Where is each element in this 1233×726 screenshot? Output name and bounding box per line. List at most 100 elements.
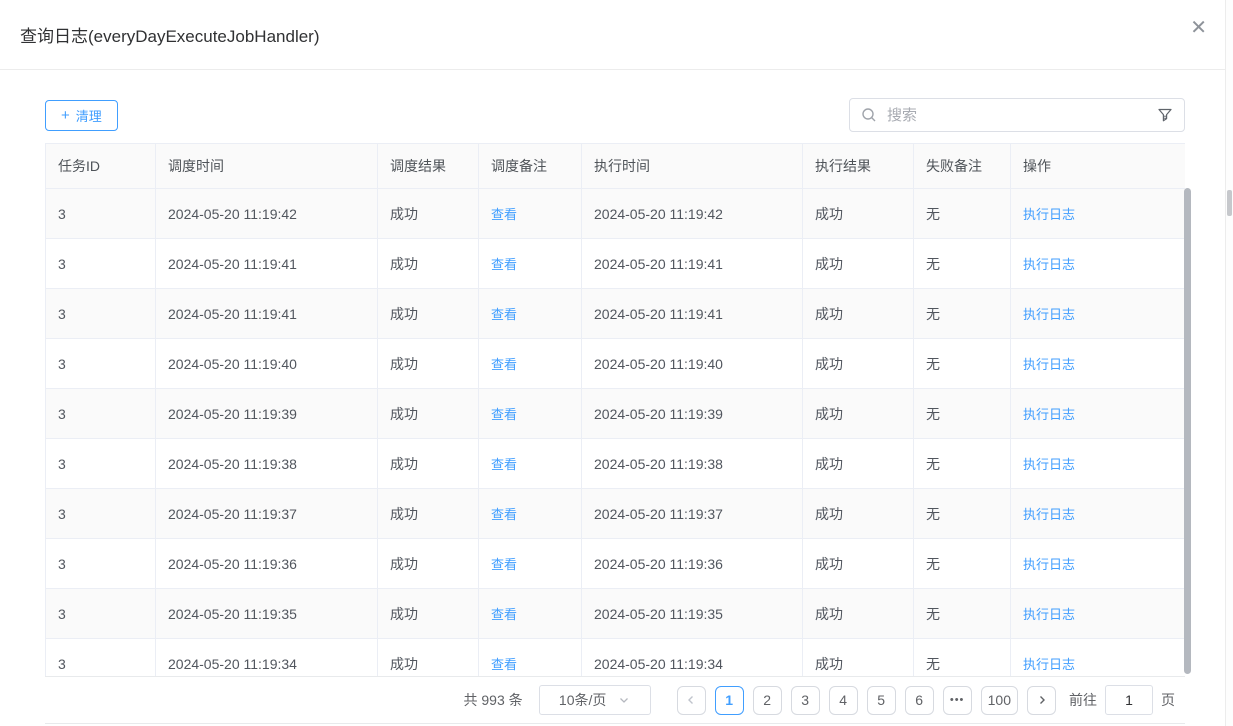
exec-log-link[interactable]: 执行日志 <box>1023 657 1075 672</box>
close-icon[interactable]: ✕ <box>1190 18 1207 38</box>
dialog-header: 查询日志(everyDayExecuteJobHandler) ✕ <box>0 0 1233 70</box>
dialog-title: 查询日志(everyDayExecuteJobHandler) <box>20 22 320 47</box>
exec-log-link[interactable]: 执行日志 <box>1023 307 1075 322</box>
table-row: 3 2024-05-20 11:19:39 成功 查看 2024-05-20 1… <box>46 389 1186 439</box>
page-size-select[interactable]: 10条/页 <box>539 685 651 715</box>
table-scrollbar-thumb[interactable] <box>1184 188 1191 674</box>
next-page-button[interactable] <box>1027 686 1056 715</box>
table-row: 3 2024-05-20 11:19:42 成功 查看 2024-05-20 1… <box>46 189 1186 239</box>
table-row: 3 2024-05-20 11:19:34 成功 查看 2024-05-20 1… <box>46 639 1186 677</box>
cell-sched-time: 2024-05-20 11:19:37 <box>156 489 378 539</box>
page-jump-input[interactable] <box>1105 685 1153 715</box>
exec-log-link[interactable]: 执行日志 <box>1023 357 1075 372</box>
filter-icon[interactable] <box>1157 107 1173 123</box>
page-number-button[interactable]: 3 <box>791 686 820 715</box>
page-jumper: 前往 页 <box>1069 685 1175 715</box>
page-number-button[interactable]: 6 <box>905 686 934 715</box>
page-number-button[interactable]: 1 <box>715 686 744 715</box>
cell-sched-note: 查看 <box>479 489 582 539</box>
log-table: 任务ID 调度时间 调度结果 调度备注 执行时间 执行结果 失败备注 操作 <box>45 143 1185 676</box>
exec-log-link[interactable]: 执行日志 <box>1023 257 1075 272</box>
cell-fail-note: 无 <box>914 239 1011 289</box>
cell-sched-result: 成功 <box>378 589 479 639</box>
view-sched-note-link[interactable]: 查看 <box>491 557 517 572</box>
jump-suffix-label: 页 <box>1161 690 1175 710</box>
view-sched-note-link[interactable]: 查看 <box>491 307 517 322</box>
cell-sched-result: 成功 <box>378 189 479 239</box>
more-pages-button[interactable]: ••• <box>943 686 972 715</box>
dialog-body: + 清理 <box>45 71 1185 724</box>
exec-log-link[interactable]: 执行日志 <box>1023 507 1075 522</box>
exec-log-link[interactable]: 执行日志 <box>1023 607 1075 622</box>
view-sched-note-link[interactable]: 查看 <box>491 357 517 372</box>
view-sched-note-link[interactable]: 查看 <box>491 257 517 272</box>
cell-sched-time: 2024-05-20 11:19:39 <box>156 389 378 439</box>
search-input[interactable] <box>885 106 1149 125</box>
cell-sched-result: 成功 <box>378 339 479 389</box>
cell-exec-time: 2024-05-20 11:19:38 <box>582 439 803 489</box>
cell-sched-note: 查看 <box>479 189 582 239</box>
prev-page-button[interactable] <box>677 686 706 715</box>
cell-job-id: 3 <box>46 189 156 239</box>
cell-exec-result: 成功 <box>803 439 914 489</box>
cell-fail-note: 无 <box>914 589 1011 639</box>
cell-sched-time: 2024-05-20 11:19:36 <box>156 539 378 589</box>
page-number-button[interactable]: 4 <box>829 686 858 715</box>
col-header-sched-time: 调度时间 <box>156 144 378 189</box>
page-scrollbar-thumb[interactable] <box>1227 190 1232 216</box>
cell-fail-note: 无 <box>914 539 1011 589</box>
view-sched-note-link[interactable]: 查看 <box>491 507 517 522</box>
cell-job-id: 3 <box>46 439 156 489</box>
cell-actions: 执行日志 <box>1011 439 1186 489</box>
cell-sched-time: 2024-05-20 11:19:41 <box>156 289 378 339</box>
cell-sched-note: 查看 <box>479 289 582 339</box>
col-header-sched-note: 调度备注 <box>479 144 582 189</box>
cell-exec-result: 成功 <box>803 539 914 589</box>
search-box <box>849 98 1185 132</box>
cell-sched-time: 2024-05-20 11:19:35 <box>156 589 378 639</box>
cell-exec-result: 成功 <box>803 189 914 239</box>
exec-log-link[interactable]: 执行日志 <box>1023 407 1075 422</box>
cell-actions: 执行日志 <box>1011 489 1186 539</box>
exec-log-link[interactable]: 执行日志 <box>1023 457 1075 472</box>
last-page-button[interactable]: 100 <box>981 686 1018 715</box>
cell-fail-note: 无 <box>914 189 1011 239</box>
cell-exec-time: 2024-05-20 11:19:36 <box>582 539 803 589</box>
clear-button[interactable]: + 清理 <box>45 100 118 131</box>
pager: 1 2 3 4 5 6 ••• <box>677 686 1056 715</box>
cell-actions: 执行日志 <box>1011 639 1186 677</box>
exec-log-link[interactable]: 执行日志 <box>1023 557 1075 572</box>
page-number-button[interactable]: 2 <box>753 686 782 715</box>
clear-button-label: 清理 <box>76 106 102 125</box>
cell-actions: 执行日志 <box>1011 339 1186 389</box>
cell-job-id: 3 <box>46 489 156 539</box>
page-scrollbar[interactable] <box>1225 0 1233 726</box>
table-row: 3 2024-05-20 11:19:35 成功 查看 2024-05-20 1… <box>46 589 1186 639</box>
view-sched-note-link[interactable]: 查看 <box>491 207 517 222</box>
table-row: 3 2024-05-20 11:19:36 成功 查看 2024-05-20 1… <box>46 539 1186 589</box>
view-sched-note-link[interactable]: 查看 <box>491 407 517 422</box>
cell-exec-time: 2024-05-20 11:19:41 <box>582 239 803 289</box>
cell-sched-time: 2024-05-20 11:19:38 <box>156 439 378 489</box>
cell-sched-time: 2024-05-20 11:19:42 <box>156 189 378 239</box>
table-row: 3 2024-05-20 11:19:41 成功 查看 2024-05-20 1… <box>46 289 1186 339</box>
cell-sched-note: 查看 <box>479 639 582 677</box>
log-table-wrap: 任务ID 调度时间 调度结果 调度备注 执行时间 执行结果 失败备注 操作 <box>45 143 1185 724</box>
exec-log-link[interactable]: 执行日志 <box>1023 207 1075 222</box>
cell-sched-result: 成功 <box>378 489 479 539</box>
cell-job-id: 3 <box>46 389 156 439</box>
col-header-actions: 操作 <box>1011 144 1186 189</box>
page-number-button[interactable]: 5 <box>867 686 896 715</box>
table-row: 3 2024-05-20 11:19:40 成功 查看 2024-05-20 1… <box>46 339 1186 389</box>
col-header-fail-note: 失败备注 <box>914 144 1011 189</box>
cell-sched-note: 查看 <box>479 539 582 589</box>
cell-exec-time: 2024-05-20 11:19:42 <box>582 189 803 239</box>
cell-exec-time: 2024-05-20 11:19:37 <box>582 489 803 539</box>
table-row: 3 2024-05-20 11:19:38 成功 查看 2024-05-20 1… <box>46 439 1186 489</box>
chevron-down-icon <box>618 694 630 706</box>
view-sched-note-link[interactable]: 查看 <box>491 657 517 672</box>
chevron-left-icon <box>685 694 697 706</box>
view-sched-note-link[interactable]: 查看 <box>491 607 517 622</box>
cell-sched-result: 成功 <box>378 639 479 677</box>
view-sched-note-link[interactable]: 查看 <box>491 457 517 472</box>
